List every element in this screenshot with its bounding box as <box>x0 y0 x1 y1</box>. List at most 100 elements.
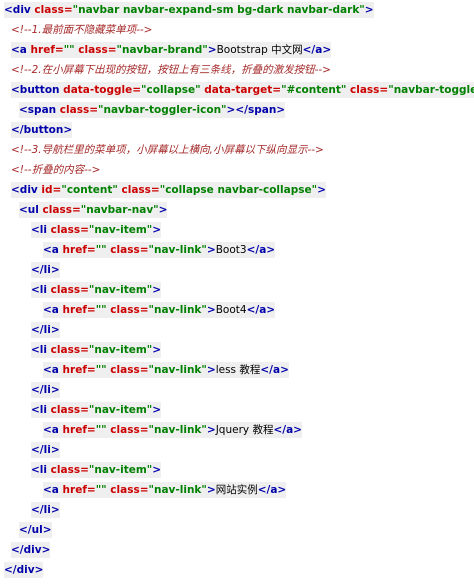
code-line-content: </li> <box>31 322 60 338</box>
code-tag: > <box>206 364 216 376</box>
code-line: </li> <box>0 260 474 280</box>
code-line-content: <a href="" class="navbar-brand">Bootstra… <box>11 42 332 58</box>
code-attribute: class= <box>117 184 160 196</box>
code-attribute: href= <box>62 424 96 436</box>
code-line-content: <!--1.最前面不隐藏菜单项--> <box>11 24 152 36</box>
code-value: "navbar-toggler-icon" <box>98 104 227 116</box>
code-line: <!--1.最前面不隐藏菜单项--> <box>0 20 474 40</box>
code-tag: </a> <box>246 244 276 256</box>
code-value: "" <box>95 244 107 256</box>
code-tag: > <box>317 184 326 196</box>
code-line-content: </div> <box>4 562 44 578</box>
code-text: Bootstrap 中文网 <box>216 44 303 56</box>
code-tag: </div> <box>11 544 51 556</box>
code-line: <div class="navbar navbar-expand-sm bg-d… <box>0 0 474 20</box>
code-value: "nav-link" <box>148 484 207 496</box>
code-attribute: href= <box>62 364 96 376</box>
code-line: </li> <box>0 440 474 460</box>
code-line: <a href="" class="nav-link">Jquery 教程</a… <box>0 420 474 440</box>
code-attribute: class= <box>50 344 89 356</box>
code-attribute: class= <box>34 4 73 16</box>
code-line-content: <li class="nav-item"> <box>31 282 162 298</box>
code-tag: <li <box>31 464 51 476</box>
code-attribute: class= <box>42 204 81 216</box>
code-attribute: class= <box>106 484 149 496</box>
code-value: "#content" <box>281 84 347 96</box>
code-line: <a href="" class="nav-link">Boot4</a> <box>0 300 474 320</box>
code-tag: <li <box>31 284 51 296</box>
code-comment: <!--2.在小屏幕下出现的按钮，按钮上有三条线，折叠的激发按钮--> <box>11 64 331 76</box>
code-value: "" <box>95 364 107 376</box>
code-attribute: class= <box>346 84 389 96</box>
code-comment: <!--折叠的内容--> <box>11 164 101 176</box>
code-line-content: <li class="nav-item"> <box>31 342 162 358</box>
code-value: "navbar-brand" <box>116 44 208 56</box>
code-tag: <li <box>31 344 51 356</box>
code-line-content: <div class="navbar navbar-expand-sm bg-d… <box>4 2 374 18</box>
code-line: <li class="nav-item"> <box>0 280 474 300</box>
code-line-content: <li class="nav-item"> <box>31 402 162 418</box>
code-tag: </li> <box>31 384 60 396</box>
code-tag: </li> <box>31 504 60 516</box>
code-line-content: <ul class="navbar-nav"> <box>19 202 168 218</box>
code-tag: <a <box>43 304 63 316</box>
code-attribute: class= <box>106 364 149 376</box>
code-tag: <a <box>43 484 63 496</box>
code-tag: ></span> <box>226 104 286 116</box>
code-tag: </a> <box>273 424 302 436</box>
code-line-content: </li> <box>31 382 60 398</box>
code-line: <li class="nav-item"> <box>0 400 474 420</box>
code-value: "nav-link" <box>148 244 207 256</box>
code-tag: > <box>207 44 217 56</box>
code-tag: > <box>152 344 162 356</box>
code-line-content: </ul> <box>19 522 52 538</box>
code-line: <!--折叠的内容--> <box>0 160 474 180</box>
code-attribute: href= <box>30 44 64 56</box>
code-line-content: <li class="nav-item"> <box>31 222 162 238</box>
code-line-content: <li class="nav-item"> <box>31 462 162 478</box>
code-text: Boot4 <box>215 304 247 316</box>
code-line-content: <button data-toggle="collapse" data-targ… <box>11 82 474 98</box>
code-attribute: class= <box>50 404 89 416</box>
code-line: <li class="nav-item"> <box>0 460 474 480</box>
code-line-content: <a href="" class="nav-link">Jquery 教程</a… <box>43 422 302 438</box>
code-text: less 教程 <box>215 364 261 376</box>
code-tag: > <box>152 224 162 236</box>
code-attribute: class= <box>50 464 89 476</box>
code-value: "collapse" <box>141 84 201 96</box>
code-tag: <a <box>11 44 31 56</box>
code-attribute: class= <box>50 224 89 236</box>
code-tag: </a> <box>260 364 289 376</box>
code-comment: <!--3.导航栏里的菜单项，小屏幕以上横向,小屏幕以下纵向显示--> <box>11 144 324 156</box>
code-tag: > <box>152 464 162 476</box>
code-tag: </div> <box>4 564 44 576</box>
code-tag: > <box>206 304 216 316</box>
code-attribute: class= <box>106 244 149 256</box>
code-tag: </a> <box>257 484 287 496</box>
code-attribute: class= <box>74 44 117 56</box>
code-line: <a href="" class="nav-link">less 教程</a> <box>0 360 474 380</box>
code-tag: </ul> <box>19 524 52 536</box>
code-line-content: <a href="" class="nav-link">Boot3</a> <box>43 242 276 258</box>
code-attribute: href= <box>62 244 96 256</box>
code-attribute: data-toggle= <box>63 84 142 96</box>
code-tag: <a <box>43 244 63 256</box>
code-line-content: <a href="" class="nav-link">Boot4</a> <box>43 302 276 318</box>
code-value: "nav-item" <box>88 224 153 236</box>
code-value: "content" <box>61 184 118 196</box>
code-tag: </li> <box>31 324 60 336</box>
code-tag: <li <box>31 224 51 236</box>
code-value: "" <box>95 484 107 496</box>
code-line: </div> <box>0 560 474 580</box>
code-attribute: href= <box>62 484 96 496</box>
code-tag: > <box>206 244 216 256</box>
code-text: Boot3 <box>215 244 247 256</box>
code-line-content: </div> <box>11 542 51 558</box>
code-line: </li> <box>0 380 474 400</box>
code-tag: <span <box>19 104 60 116</box>
code-line: <div id="content" class="collapse navbar… <box>0 180 474 200</box>
code-listing: <div class="navbar navbar-expand-sm bg-d… <box>0 0 474 580</box>
code-line-content: <a href="" class="nav-link">网站实例</a> <box>43 482 287 498</box>
code-line-content: </li> <box>31 262 60 278</box>
code-tag: <a <box>43 364 63 376</box>
